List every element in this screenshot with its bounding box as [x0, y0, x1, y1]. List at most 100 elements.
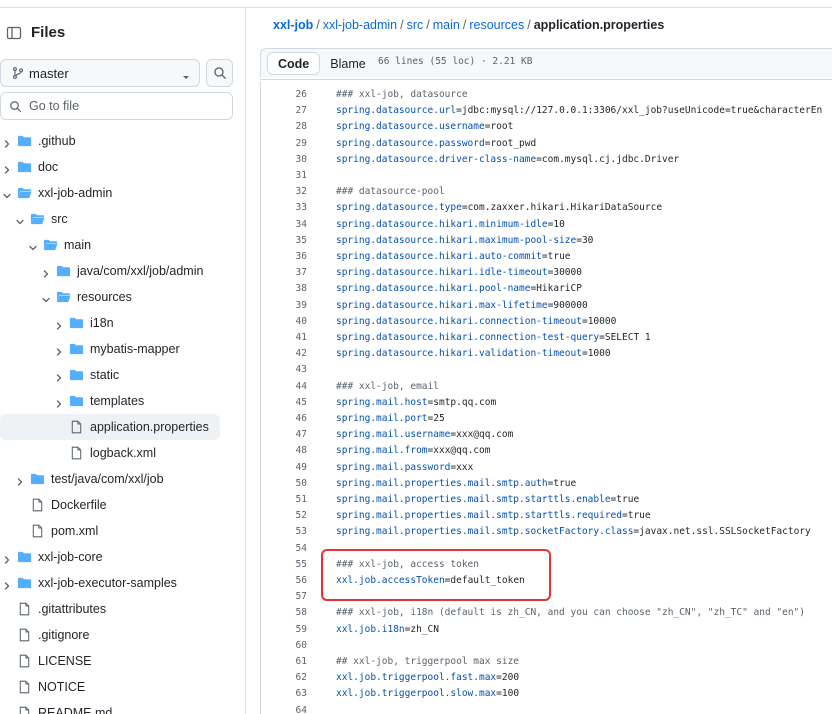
tree-folder-row[interactable]: doc [0, 154, 236, 180]
breadcrumb-link[interactable]: xxl-job-admin [323, 18, 397, 32]
line-number[interactable]: 52 [261, 508, 307, 524]
line-number[interactable]: 46 [261, 411, 307, 427]
tree-file-row[interactable]: NOTICE [0, 674, 236, 700]
tree-folder-row[interactable]: templates [0, 388, 236, 414]
chevron-down-icon[interactable] [41, 292, 51, 303]
line-number[interactable]: 50 [261, 476, 307, 492]
line-number[interactable]: 62 [261, 670, 307, 686]
chevron-down-icon[interactable] [15, 214, 25, 225]
chevron-down-icon[interactable] [2, 188, 12, 199]
code-line: 55 ### xxl-job, access token [261, 557, 832, 573]
property-value: 200 [501, 672, 520, 684]
chevron-down-icon[interactable] [28, 240, 38, 251]
line-number[interactable]: 59 [261, 622, 307, 638]
file-icon [17, 680, 32, 694]
tree-folder-row[interactable]: static [0, 362, 236, 388]
tree-folder-row[interactable]: .github [0, 128, 236, 154]
tab-code[interactable]: Code [267, 52, 321, 75]
line-number[interactable]: 29 [261, 136, 307, 152]
chevron-right-icon[interactable] [54, 396, 64, 408]
tree-item-label: resources [77, 290, 132, 304]
chevron-right-icon[interactable] [2, 552, 12, 564]
tree-folder-row[interactable]: main [0, 232, 236, 258]
chevron-right-icon[interactable] [41, 266, 51, 278]
line-content: ### datasource-pool [336, 184, 445, 200]
line-number[interactable]: 45 [261, 395, 307, 411]
line-number[interactable]: 53 [261, 524, 307, 540]
line-number[interactable]: 41 [261, 330, 307, 346]
line-number[interactable]: 32 [261, 184, 307, 200]
line-number[interactable]: 34 [261, 217, 307, 233]
property-key: spring.mail.properties.mail.smtp.starttl… [336, 510, 622, 522]
line-number[interactable]: 28 [261, 119, 307, 135]
chevron-right-icon[interactable] [15, 474, 25, 486]
line-number[interactable]: 35 [261, 233, 307, 249]
breadcrumb-link[interactable]: resources [469, 18, 524, 32]
breadcrumb-link[interactable]: main [433, 18, 460, 32]
line-number[interactable]: 63 [261, 686, 307, 702]
tree-folder-row[interactable]: java/com/xxl/job/admin [0, 258, 236, 284]
line-number[interactable]: 39 [261, 298, 307, 314]
breadcrumb-link[interactable]: src [407, 18, 424, 32]
tree-file-row[interactable]: README.md [0, 700, 236, 714]
sidebar-panel-icon[interactable] [6, 25, 22, 41]
tree-file-row[interactable]: .gitattributes [0, 596, 236, 622]
tree-folder-row[interactable]: xxl-job-admin [0, 180, 236, 206]
line-number[interactable]: 42 [261, 346, 307, 362]
tree-folder-row[interactable]: xxl-job-executor-samples [0, 570, 236, 596]
tree-folder-row[interactable]: i18n [0, 310, 236, 336]
search-files-button[interactable] [206, 59, 233, 87]
line-number[interactable]: 43 [261, 362, 307, 378]
line-number[interactable]: 51 [261, 492, 307, 508]
tree-file-row[interactable]: pom.xml [0, 518, 236, 544]
breadcrumb-link[interactable]: xxl-job [273, 18, 313, 32]
line-number[interactable]: 37 [261, 265, 307, 281]
line-number[interactable]: 49 [261, 460, 307, 476]
line-number[interactable]: 31 [261, 168, 307, 184]
chevron-right-icon[interactable] [54, 344, 64, 356]
code-line: 43 [261, 362, 832, 378]
line-number[interactable]: 33 [261, 200, 307, 216]
tree-folder-row[interactable]: resources [0, 284, 236, 310]
line-number[interactable]: 36 [261, 249, 307, 265]
line-number[interactable]: 47 [261, 427, 307, 443]
line-number[interactable]: 64 [261, 703, 307, 714]
line-number[interactable]: 40 [261, 314, 307, 330]
line-number[interactable]: 60 [261, 638, 307, 654]
tree-folder-row[interactable]: test/java/com/xxl/job [0, 466, 236, 492]
go-to-file-input[interactable]: Go to file [0, 92, 233, 120]
tree-file-row[interactable]: .gitignore [0, 622, 236, 648]
line-number[interactable]: 27 [261, 103, 307, 119]
tree-folder-row[interactable]: xxl-job-core [0, 544, 236, 570]
tab-blame[interactable]: Blame [320, 52, 375, 75]
line-number[interactable]: 38 [261, 281, 307, 297]
chevron-right-icon[interactable] [54, 370, 64, 382]
tree-folder-row[interactable]: src [0, 206, 236, 232]
tree-file-row[interactable]: LICENSE [0, 648, 236, 674]
line-number[interactable]: 26 [261, 87, 307, 103]
property-value: xxx@qq.com [433, 445, 491, 457]
property-value: 30 [581, 234, 594, 246]
property-value: default_token [450, 575, 525, 586]
tree-file-row[interactable]: application.properties [0, 414, 220, 440]
branch-selector-button[interactable]: master [0, 59, 200, 87]
code-line: 56 xxl.job.accessToken=default_token [261, 573, 832, 589]
line-number[interactable]: 58 [261, 605, 307, 621]
line-number[interactable]: 56 [261, 573, 307, 589]
line-number[interactable]: 61 [261, 654, 307, 670]
line-content: spring.datasource.url=jdbc:mysql://127.0… [336, 103, 822, 119]
line-number[interactable]: 54 [261, 541, 307, 557]
tree-file-row[interactable]: Dockerfile [0, 492, 236, 518]
line-number[interactable]: 55 [261, 557, 307, 573]
chevron-right-icon[interactable] [2, 162, 12, 174]
chevron-right-icon[interactable] [2, 136, 12, 148]
line-number[interactable]: 30 [261, 152, 307, 168]
line-number[interactable]: 48 [261, 443, 307, 459]
line-number[interactable]: 57 [261, 589, 307, 605]
chevron-right-icon[interactable] [54, 318, 64, 330]
chevron-right-icon[interactable] [2, 578, 12, 590]
tree-file-row[interactable]: logback.xml [0, 440, 236, 466]
tree-folder-row[interactable]: mybatis-mapper [0, 336, 236, 362]
line-content: spring.mail.username=xxx@qq.com [336, 427, 513, 443]
line-number[interactable]: 44 [261, 379, 307, 395]
